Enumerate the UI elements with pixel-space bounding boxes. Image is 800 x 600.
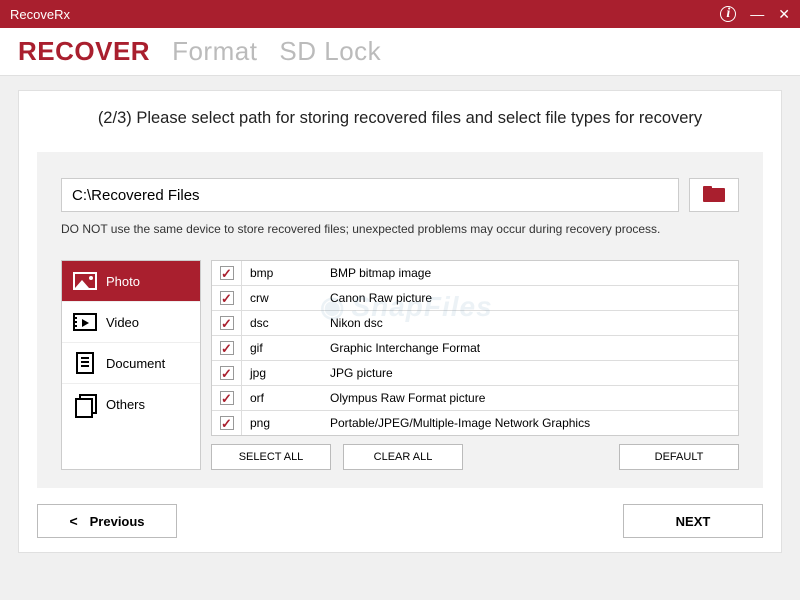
next-label: NEXT	[676, 514, 711, 529]
filetype-checkbox[interactable]	[220, 391, 234, 405]
previous-button[interactable]: < Previous	[37, 504, 177, 538]
tabs-bar: RECOVER Format SD Lock	[0, 28, 800, 76]
filetype-ext: bmp	[242, 266, 322, 280]
doc-icon	[72, 353, 98, 373]
filetype-desc: Nikon dsc	[322, 316, 738, 330]
clear-all-button[interactable]: CLEAR ALL	[343, 444, 463, 470]
filetype-row: orfOlympus Raw Format picture	[212, 386, 738, 411]
filetype-checkbox[interactable]	[220, 316, 234, 330]
category-label: Video	[106, 315, 139, 330]
filetype-checkbox[interactable]	[220, 341, 234, 355]
main-panel: (2/3) Please select path for storing rec…	[18, 90, 782, 553]
filetype-desc: JPG picture	[322, 366, 738, 380]
close-icon[interactable]: ✕	[778, 6, 790, 23]
filetype-ext: png	[242, 416, 322, 430]
default-button[interactable]: DEFAULT	[619, 444, 739, 470]
app-title: RecoveRx	[10, 7, 720, 22]
filetype-row: crwCanon Raw picture	[212, 286, 738, 311]
filetype-checkbox[interactable]	[220, 291, 234, 305]
filetype-desc: Olympus Raw Format picture	[322, 391, 738, 405]
filetype-row: gifGraphic Interchange Format	[212, 336, 738, 361]
category-item-document[interactable]: Document	[62, 343, 200, 384]
recovery-path-input[interactable]	[61, 178, 679, 212]
next-button[interactable]: NEXT	[623, 504, 763, 538]
video-icon	[72, 312, 98, 332]
filetype-row: jpgJPG picture	[212, 361, 738, 386]
tab-format[interactable]: Format	[172, 36, 257, 67]
filetype-row: bmpBMP bitmap image	[212, 261, 738, 286]
category-list: Photo Video Document Others	[61, 260, 201, 470]
inner-panel: DO NOT use the same device to store reco…	[37, 152, 763, 488]
footer-nav: < Previous NEXT	[19, 488, 781, 538]
filetype-ext: dsc	[242, 316, 322, 330]
category-item-video[interactable]: Video	[62, 302, 200, 343]
filetype-checkbox[interactable]	[220, 416, 234, 430]
filetype-checkbox[interactable]	[220, 266, 234, 280]
others-icon	[72, 394, 98, 414]
category-label: Document	[106, 356, 165, 371]
tab-recover[interactable]: RECOVER	[18, 36, 150, 67]
filetype-desc: Portable/JPEG/Multiple-Image Network Gra…	[322, 416, 738, 430]
folder-icon	[703, 186, 725, 204]
titlebar: RecoveRx i — ✕	[0, 0, 800, 28]
content: (2/3) Please select path for storing rec…	[0, 76, 800, 567]
category-label: Others	[106, 397, 145, 412]
window-controls: i — ✕	[720, 6, 790, 23]
filetype-ext: crw	[242, 291, 322, 305]
category-label: Photo	[106, 274, 140, 289]
filetype-checkbox[interactable]	[220, 366, 234, 380]
category-item-photo[interactable]: Photo	[62, 261, 200, 302]
filetype-desc: BMP bitmap image	[322, 266, 738, 280]
filetype-desc: Graphic Interchange Format	[322, 341, 738, 355]
action-row: SELECT ALL CLEAR ALL DEFAULT	[211, 444, 739, 470]
filetypes-wrap: bmpBMP bitmap imagecrwCanon Raw pictured…	[211, 260, 739, 470]
photo-icon	[72, 271, 98, 291]
chevron-left-icon: <	[69, 513, 77, 529]
filetype-row: pngPortable/JPEG/Multiple-Image Network …	[212, 411, 738, 436]
path-row	[61, 178, 739, 212]
step-instruction: (2/3) Please select path for storing rec…	[19, 109, 781, 128]
minimize-icon[interactable]: —	[750, 6, 764, 22]
filetype-desc: Canon Raw picture	[322, 291, 738, 305]
select-all-button[interactable]: SELECT ALL	[211, 444, 331, 470]
category-item-others[interactable]: Others	[62, 384, 200, 424]
filetype-list[interactable]: bmpBMP bitmap imagecrwCanon Raw pictured…	[211, 260, 739, 436]
info-icon[interactable]: i	[720, 6, 736, 22]
filetype-row: dscNikon dsc	[212, 311, 738, 336]
previous-label: Previous	[90, 514, 145, 529]
filetype-ext: orf	[242, 391, 322, 405]
type-selector: Photo Video Document Others bmpBMP bitmap i…	[61, 260, 739, 470]
filetype-ext: jpg	[242, 366, 322, 380]
filetype-ext: gif	[242, 341, 322, 355]
tab-sdlock[interactable]: SD Lock	[279, 36, 381, 67]
browse-button[interactable]	[689, 178, 739, 212]
warning-text: DO NOT use the same device to store reco…	[61, 222, 739, 236]
